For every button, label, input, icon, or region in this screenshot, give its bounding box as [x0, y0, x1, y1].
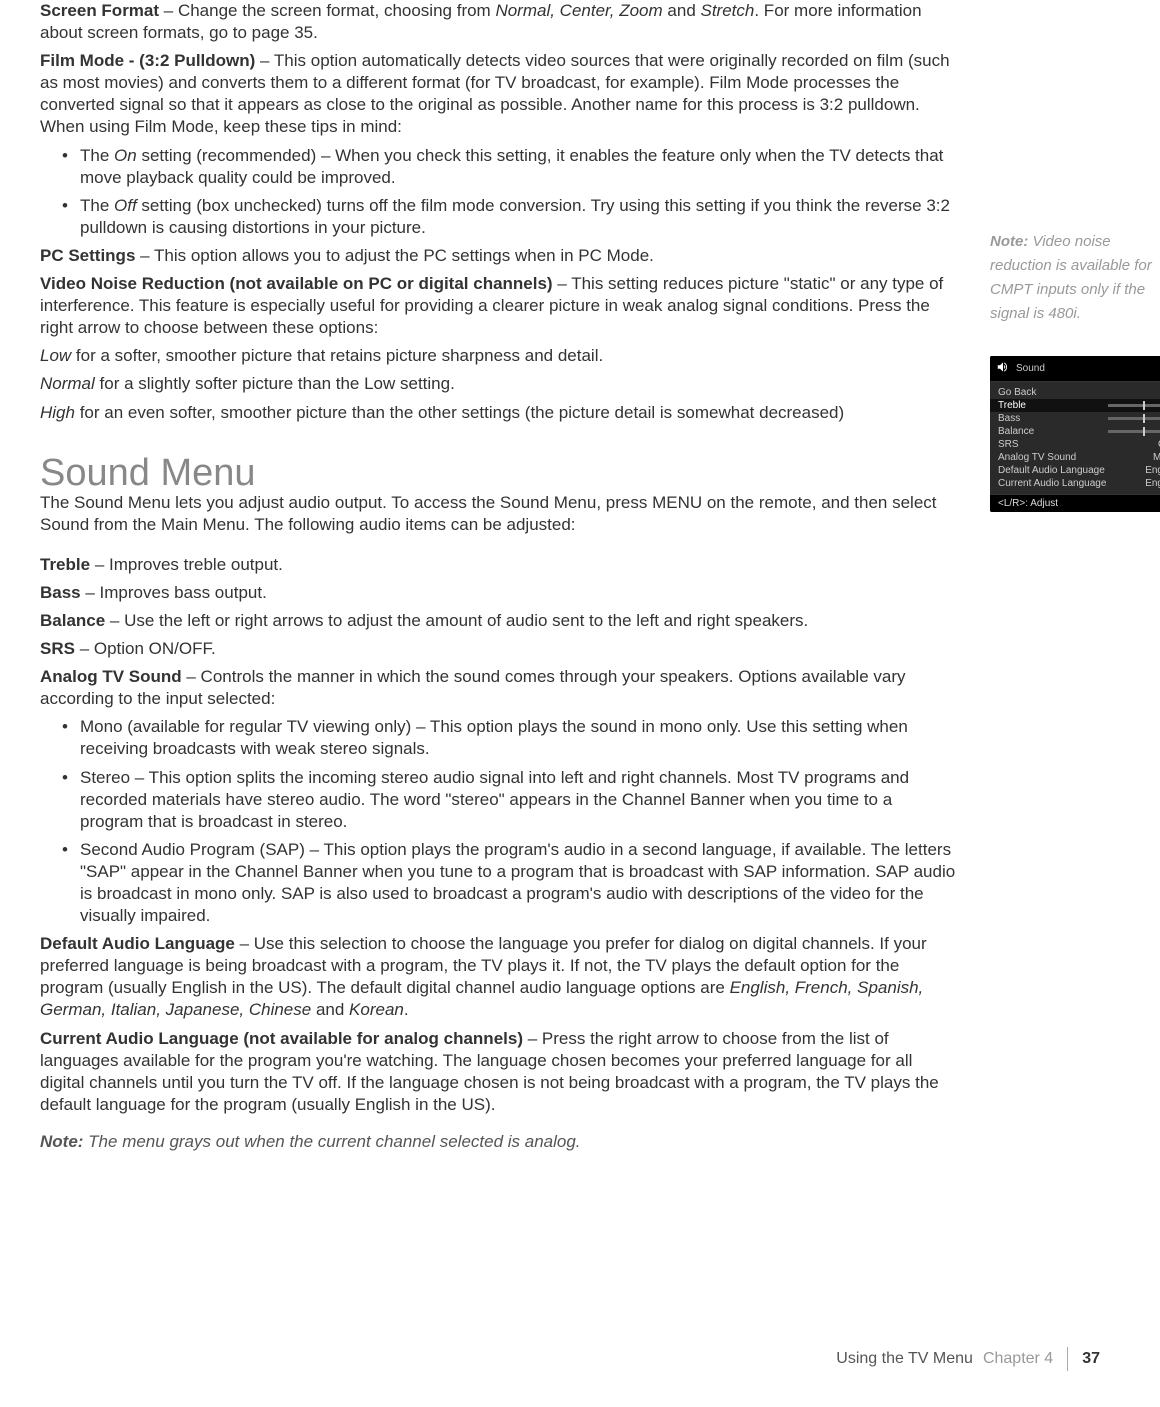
osd-row-label: Go Back [998, 387, 1036, 398]
sound-osd-thumbnail: Sound Go Back Treble Bass BalanceSRSOFFAnal… [990, 356, 1160, 512]
sound-intro: The Sound Menu lets you adjust audio out… [40, 492, 960, 536]
pc-settings-para: PC Settings – This option allows you to … [40, 245, 960, 267]
footer-chapter: Chapter 4 [983, 1350, 1053, 1368]
vnr-high: High for an even softer, smoother pictur… [40, 402, 960, 424]
page-footer: Using the TV Menu Chapter 4 37 [836, 1347, 1100, 1371]
page-number: 37 [1082, 1350, 1100, 1368]
analog-bullets: Mono (available for regular TV viewing o… [40, 716, 960, 927]
list-item: The Off setting (box unchecked) turns of… [80, 195, 960, 239]
osd-row: Current Audio Language English [990, 477, 1160, 490]
balance-para: Balance – Use the left or right arrows t… [40, 610, 960, 632]
screen-format-term: Screen Format [40, 1, 159, 20]
osd-footer: <L/R>: Adjust [990, 494, 1160, 512]
vnr-normal: Normal for a slightly softer picture tha… [40, 373, 960, 395]
osd-row-label: Treble [998, 400, 1026, 411]
list-item: Stereo – This option splits the incoming… [80, 767, 960, 833]
film-mode-bullets: The On setting (recommended) – When you … [40, 145, 960, 239]
footer-separator [1067, 1347, 1068, 1371]
osd-slider [1108, 404, 1160, 407]
osd-row-value: English [1145, 465, 1160, 476]
screen-format-para: Screen Format – Change the screen format… [40, 0, 960, 44]
osd-slider [1108, 430, 1160, 433]
osd-row-label: Analog TV Sound [998, 452, 1076, 463]
osd-row-label: Current Audio Language [998, 478, 1106, 489]
footer-section: Using the TV Menu [836, 1350, 973, 1368]
osd-row-value: Mono [1153, 452, 1160, 463]
default-lang-para: Default Audio Language – Use this select… [40, 933, 960, 1021]
osd-row: Treble [990, 399, 1160, 412]
side-column: Note: Video noise reduction is available… [990, 0, 1160, 1152]
osd-header: Sound [990, 356, 1160, 382]
current-lang-para: Current Audio Language (not available fo… [40, 1028, 960, 1116]
analog-note: Note: The menu grays out when the curren… [40, 1132, 960, 1152]
osd-row-label: Bass [998, 413, 1020, 424]
bass-para: Bass – Improves bass output. [40, 582, 960, 604]
osd-row: Default Audio Language English [990, 464, 1160, 477]
osd-row: Go Back [990, 386, 1160, 399]
osd-row: Analog TV Sound Mono [990, 451, 1160, 464]
osd-row-label: Balance [998, 426, 1034, 437]
sound-menu-heading: Sound Menu [40, 454, 960, 492]
treble-para: Treble – Improves treble output. [40, 554, 960, 576]
analog-para: Analog TV Sound – Controls the manner in… [40, 666, 960, 710]
vnr-para: Video Noise Reduction (not available on … [40, 273, 960, 339]
osd-row-label: Default Audio Language [998, 465, 1105, 476]
osd-row-label: SRS [998, 439, 1019, 450]
sound-icon [996, 360, 1010, 377]
osd-slider [1108, 417, 1160, 420]
osd-row: Bass [990, 412, 1160, 425]
srs-para: SRS – Option ON/OFF. [40, 638, 960, 660]
film-mode-para: Film Mode - (3:2 Pulldown) – This option… [40, 50, 960, 138]
osd-row: Balance [990, 425, 1160, 438]
main-column: Screen Format – Change the screen format… [40, 0, 960, 1152]
list-item: The On setting (recommended) – When you … [80, 145, 960, 189]
list-item: Second Audio Program (SAP) – This option… [80, 839, 960, 927]
side-note: Note: Video noise reduction is available… [990, 230, 1160, 326]
osd-row: SRSOFF [990, 438, 1160, 451]
osd-body: Go Back Treble Bass BalanceSRSOFFAnalog TV … [990, 382, 1160, 494]
vnr-low: Low for a softer, smoother picture that … [40, 345, 960, 367]
film-mode-term: Film Mode - (3:2 Pulldown) [40, 51, 255, 70]
list-item: Mono (available for regular TV viewing o… [80, 716, 960, 760]
osd-row-value: English [1145, 478, 1160, 489]
osd-title: Sound [1016, 363, 1045, 374]
